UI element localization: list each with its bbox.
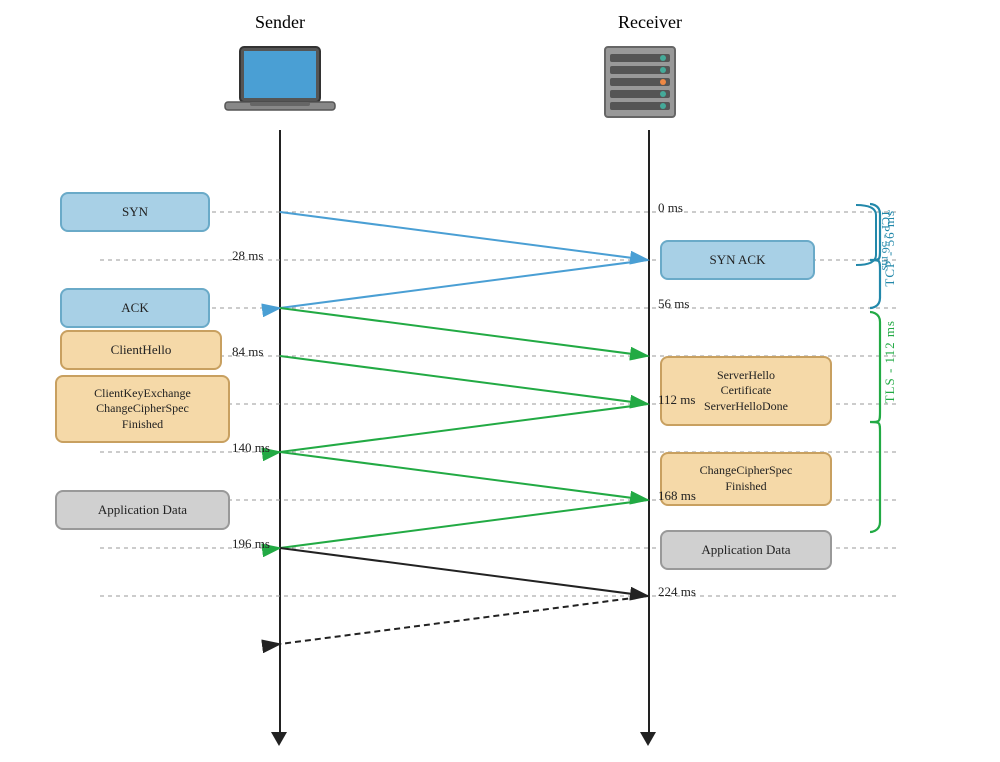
ts-140ms: 140 ms xyxy=(232,440,270,456)
ts-112ms: 112 ms xyxy=(658,392,695,408)
msg-synack: SYN ACK xyxy=(660,240,815,280)
tls-bracket-svg xyxy=(856,308,884,536)
ts-196ms: 196 ms xyxy=(232,536,270,552)
receiver-arrow xyxy=(640,732,656,746)
msg-ack: ACK xyxy=(60,288,210,328)
tcp-label: TCP - 56 ms xyxy=(882,210,898,287)
sender-arrow xyxy=(271,732,287,746)
sender-icon xyxy=(220,42,340,122)
msg-serverhello: ServerHelloCertificateServerHelloDone xyxy=(660,356,832,426)
tcp-bracket-svg xyxy=(856,200,884,312)
msg-clientkey: ClientKeyExchangeChangeCipherSpecFinishe… xyxy=(55,375,230,443)
ts-28ms: 28 ms xyxy=(232,248,263,264)
msg-syn: SYN xyxy=(60,192,210,232)
msg-clienthello: ClientHello xyxy=(60,330,222,370)
ts-224ms: 224 ms xyxy=(658,584,696,600)
msg-appdata-sender: Application Data xyxy=(55,490,230,530)
sender-label: Sender xyxy=(220,12,340,33)
msg-appdata-receiver: Application Data xyxy=(660,530,832,570)
ts-168ms: 168 ms xyxy=(658,488,696,504)
ts-0ms: 0 ms xyxy=(658,200,683,216)
diagram: Sender Receiver xyxy=(0,0,1000,762)
sender-timeline xyxy=(279,130,281,732)
ts-84ms: 84 ms xyxy=(232,344,263,360)
tls-label: TLS - 112 ms xyxy=(882,320,898,403)
receiver-label: Receiver xyxy=(590,12,710,33)
receiver-icon xyxy=(590,42,690,122)
receiver-timeline xyxy=(648,130,650,732)
ts-56ms: 56 ms xyxy=(658,296,689,312)
